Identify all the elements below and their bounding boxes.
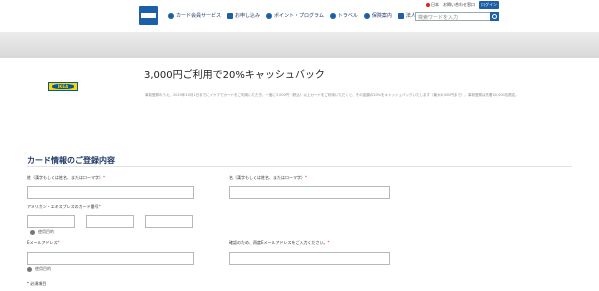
email-label: Eメールアドレス* [27, 240, 60, 245]
email-input[interactable] [27, 252, 194, 265]
nav-item-label: ポイント・プログラム [274, 13, 324, 19]
gray-banner-band [0, 32, 599, 58]
utility-links: 日本 お問い合わせ窓口 ログイン [426, 1, 503, 9]
japan-flag-icon [426, 3, 430, 7]
required-fields-note: * 必須項目 [27, 281, 47, 286]
usage-hint-2[interactable]: 使用目的 [27, 266, 51, 272]
building-icon [397, 12, 404, 19]
last-name-label: 姓（漢字もしくは姓名、またはローマ字）* [27, 175, 105, 180]
card-number-part-2-input[interactable] [86, 215, 134, 228]
ikea-logo-text: IKEA [52, 84, 74, 89]
nav-item-apply[interactable]: お申し込み [227, 12, 260, 19]
contact-link[interactable]: お問い合わせ窓口 [443, 2, 475, 8]
email-confirm-label: 確認のため、再度Eメールアドレスをご入力ください。* [229, 240, 330, 245]
card-number-part-3-input[interactable] [145, 215, 193, 228]
help-icon [27, 266, 32, 272]
amex-logo[interactable] [139, 6, 158, 25]
point-icon [266, 12, 273, 19]
nav-item-label: 保険案内 [371, 13, 392, 19]
site-header: カード会員サービス お申し込み ポイント・プログラム トラベル 保険案内 法人／… [0, 0, 599, 32]
promo-title: 3,000円ご利用で20%キャッシュバック [144, 70, 325, 81]
email-confirm-input[interactable] [229, 252, 390, 265]
first-name-label: 名（漢字もしくは姓名、またはローマ字）* [229, 175, 307, 180]
nav-item-label: カード会員サービス [176, 13, 222, 19]
nav-item-label: お申し込み [235, 13, 261, 19]
search-button[interactable] [490, 12, 499, 21]
nav-item-label: トラベル [337, 13, 358, 19]
promo-description: 事前登録のうえ、2019年10月1日までにイケアでカードをご利用いただき、一度に… [145, 93, 519, 97]
usage-hint-1[interactable]: 使用目的 [30, 229, 54, 235]
region-link[interactable]: 日本 [431, 2, 439, 8]
help-icon [30, 229, 35, 235]
login-button[interactable]: ログイン [479, 1, 499, 9]
nav-item-travel[interactable]: トラベル [329, 12, 358, 19]
section-divider [27, 166, 572, 167]
card-icon [227, 12, 234, 19]
nav-item-points[interactable]: ポイント・プログラム [266, 12, 324, 19]
card-number-label: アメリカン・エキスプレスのカード番号* [27, 204, 101, 209]
card-number-part-1-input[interactable] [27, 215, 75, 228]
last-name-input[interactable] [27, 186, 194, 199]
nav-item-member-services[interactable]: カード会員サービス [168, 12, 221, 19]
user-icon [168, 12, 174, 19]
form-title: カード情報のご登録内容 [27, 156, 115, 165]
first-name-input[interactable] [229, 186, 390, 199]
shield-icon [363, 12, 370, 19]
plane-icon [329, 12, 336, 19]
nav-item-insurance[interactable]: 保険案内 [363, 12, 392, 19]
main-nav: カード会員サービス お申し込み ポイント・プログラム トラベル 保険案内 法人／… [168, 12, 442, 19]
ikea-logo: IKEA [48, 82, 78, 91]
search-input[interactable]: 検索ワードを入力 [415, 12, 499, 21]
